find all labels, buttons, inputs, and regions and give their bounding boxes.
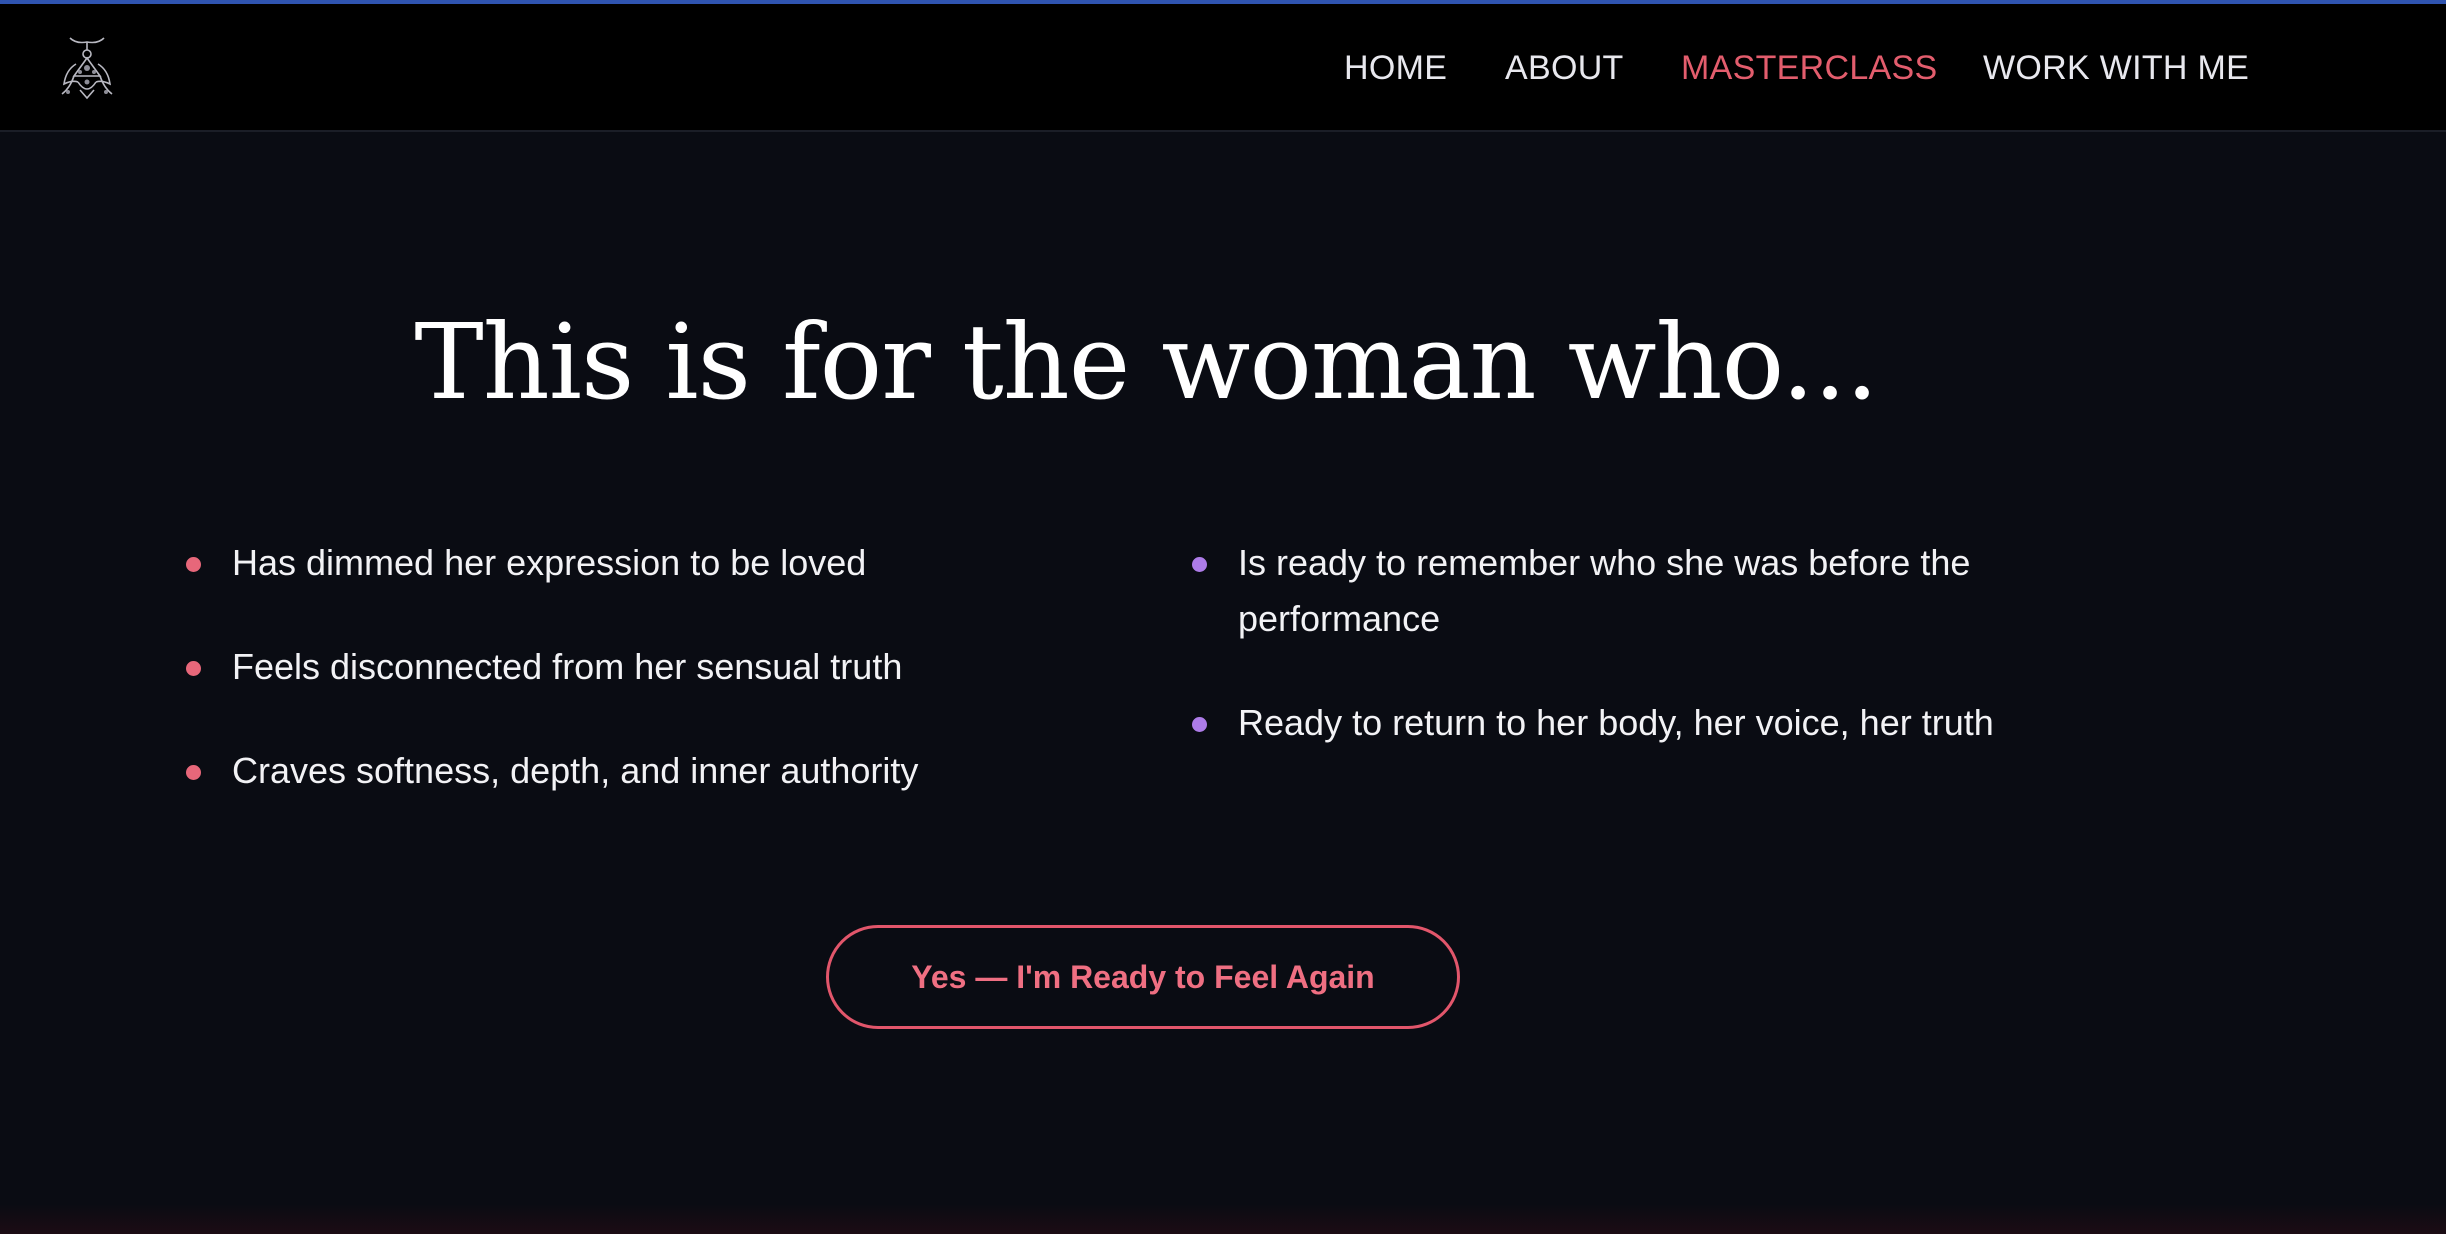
bullet-dot-icon xyxy=(1192,717,1207,732)
nav-link-about[interactable]: ABOUT xyxy=(1505,48,1624,88)
nav-link-work-with-me[interactable]: WORK WITH ME xyxy=(1983,48,2249,88)
bottom-gradient xyxy=(0,1204,2446,1234)
list-item-text: Ready to return to her body, her voice, … xyxy=(1238,702,1994,743)
list-item: Is ready to remember who she was before … xyxy=(1186,535,2126,647)
section-headline: This is for the woman who... xyxy=(414,301,1878,423)
list-item-text: Craves softness, depth, and inner author… xyxy=(232,750,919,791)
left-qualities-list: Has dimmed her expression to be loved Fe… xyxy=(180,535,1110,847)
navbar: HOME ABOUT MASTERCLASS WORK WITH ME xyxy=(0,4,2446,132)
bullet-dot-icon xyxy=(186,765,201,780)
bullet-dot-icon xyxy=(1192,557,1207,572)
list-item-text: Feels disconnected from her sensual trut… xyxy=(232,646,903,687)
list-item: Has dimmed her expression to be loved xyxy=(180,535,1110,591)
bullet-dot-icon xyxy=(186,661,201,676)
list-item: Craves softness, depth, and inner author… xyxy=(180,743,1110,799)
list-item-text: Is ready to remember who she was before … xyxy=(1238,542,1971,639)
main-navigation: HOME ABOUT MASTERCLASS WORK WITH ME xyxy=(0,4,2446,130)
list-item: Feels disconnected from her sensual trut… xyxy=(180,639,1110,695)
right-qualities-list: Is ready to remember who she was before … xyxy=(1186,535,2126,799)
list-item: Ready to return to her body, her voice, … xyxy=(1186,695,2126,751)
nav-link-masterclass[interactable]: MASTERCLASS xyxy=(1681,48,1937,88)
nav-link-home[interactable]: HOME xyxy=(1344,48,1447,88)
cta-ready-button[interactable]: Yes — I'm Ready to Feel Again xyxy=(826,925,1460,1029)
list-item-text: Has dimmed her expression to be loved xyxy=(232,542,867,583)
bullet-dot-icon xyxy=(186,557,201,572)
